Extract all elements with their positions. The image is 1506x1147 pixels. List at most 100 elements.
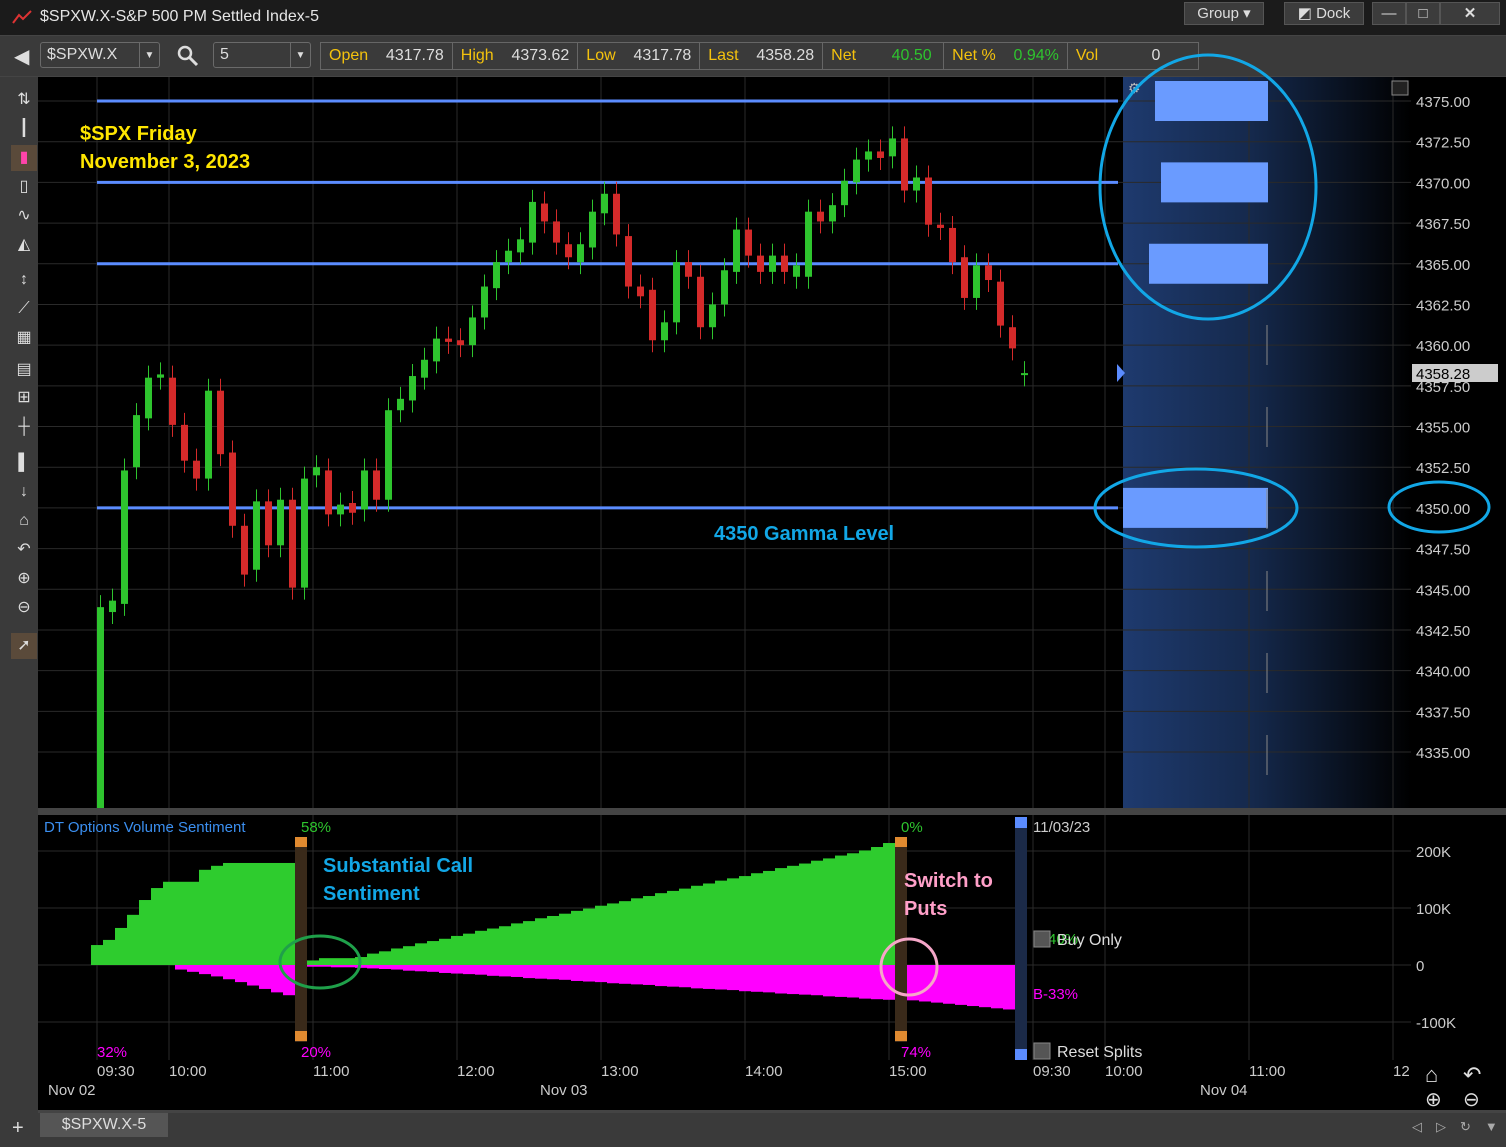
call-volume-bar <box>391 948 403 965</box>
candle <box>445 338 452 342</box>
call-volume-bar <box>871 847 883 965</box>
candle <box>325 470 332 515</box>
buy-only-toggle[interactable]: Buy Only <box>1057 932 1122 949</box>
menu-icon[interactable] <box>1391 80 1409 96</box>
candle <box>433 338 440 362</box>
annotation-put-1: Switch to <box>904 870 993 892</box>
call-volume-bar <box>487 928 499 965</box>
volume-profile-bar <box>1155 81 1268 121</box>
split-label-1-bottom: 20% <box>301 1044 331 1061</box>
candle <box>409 376 416 401</box>
chart-canvas[interactable]: 4375.00 4372.50 4370.00 4367.50 4365.00 4362.… <box>0 0 1506 1113</box>
call-volume-bar <box>787 865 799 965</box>
put-volume-bar <box>367 965 379 969</box>
candle <box>217 390 224 455</box>
settings-gear-icon[interactable] <box>1033 930 1051 948</box>
price-tick: 4370.00 <box>1416 175 1470 192</box>
volume-profile-bar <box>1149 243 1268 284</box>
tab-spxw[interactable]: $SPXW.X-5 <box>40 1113 168 1137</box>
put-volume-bar <box>547 965 559 980</box>
candle <box>793 265 800 277</box>
candle <box>541 203 548 222</box>
call-volume-bar <box>535 918 547 965</box>
put-volume-bar <box>175 965 187 970</box>
put-volume-bar <box>631 965 643 985</box>
put-volume-bar <box>415 965 427 972</box>
call-volume-bar <box>703 883 715 965</box>
call-volume-bar <box>799 863 811 965</box>
split-label-1-top: 58% <box>301 819 331 836</box>
annotation-call-1: Substantial Call <box>323 855 473 877</box>
call-volume-bar <box>655 893 667 965</box>
call-volume-bar <box>847 853 859 965</box>
candle <box>313 467 320 476</box>
put-volume-bar <box>211 965 223 977</box>
price-tick: 4335.00 <box>1416 745 1470 762</box>
date-label: Nov 02 <box>48 1082 96 1099</box>
put-volume-bar <box>235 965 247 983</box>
split-handle-bar[interactable] <box>1015 817 1027 1060</box>
candle <box>121 470 128 604</box>
candle <box>685 262 692 277</box>
prev-tab-icon[interactable]: ◁ <box>1412 1119 1436 1134</box>
call-volume-bar <box>151 888 163 965</box>
call-volume-bar <box>499 926 511 965</box>
put-volume-bar <box>439 965 451 973</box>
put-volume-bar <box>967 965 979 1007</box>
sentiment-tick: -100K <box>1416 1015 1456 1032</box>
put-volume-bar <box>979 965 991 1008</box>
time-tick: 11:00 <box>1249 1063 1285 1080</box>
call-volume-bar <box>859 850 871 965</box>
call-volume-bar <box>751 873 763 965</box>
candle <box>565 244 572 258</box>
date-label: Nov 03 <box>540 1082 588 1099</box>
call-volume-bar <box>643 896 655 965</box>
call-volume-bar <box>127 914 139 965</box>
candle <box>157 374 164 378</box>
candle <box>769 255 776 272</box>
put-volume-bar <box>859 965 871 999</box>
volume-profile-bar <box>1161 162 1268 203</box>
call-volume-bar <box>811 860 823 965</box>
put-volume-bar <box>607 965 619 984</box>
put-volume-bar <box>835 965 847 997</box>
put-volume-bar <box>703 965 715 989</box>
add-tab-button[interactable]: + <box>12 1117 24 1140</box>
time-tick: 09:30 <box>1033 1063 1071 1080</box>
call-volume-bar <box>115 927 127 965</box>
put-volume-bar <box>319 965 331 967</box>
split-handle-top[interactable] <box>1015 817 1027 828</box>
call-volume-bar <box>739 876 751 965</box>
candle <box>913 177 920 191</box>
reset-splits-button[interactable]: Reset Splits <box>1057 1044 1142 1061</box>
refresh-icon[interactable]: ↻ <box>1460 1119 1485 1134</box>
put-volume-bar <box>943 965 955 1004</box>
put-volume-bar <box>487 965 499 976</box>
chevron-down-icon[interactable]: ▼ <box>1485 1119 1506 1134</box>
time-tick: 13:00 <box>601 1063 639 1080</box>
put-volume-bar <box>463 965 475 975</box>
time-tick: 15:00 <box>889 1063 927 1080</box>
candle <box>805 211 812 277</box>
last-price-label: 4358.28 <box>1416 366 1470 383</box>
call-volume-bar <box>763 870 775 965</box>
undo-icon[interactable]: ↶ <box>1463 1062 1481 1087</box>
candle <box>937 224 944 228</box>
candle <box>673 262 680 323</box>
call-volume-bar <box>631 898 643 965</box>
reset-icon[interactable] <box>1033 1042 1051 1060</box>
call-volume-bar <box>523 921 535 965</box>
put-volume-bar <box>583 965 595 982</box>
candle <box>649 289 656 341</box>
split-marker-bottom <box>295 1031 307 1041</box>
zoom-in-icon[interactable]: ⊕ <box>1425 1089 1442 1111</box>
call-volume-bar <box>511 923 523 965</box>
home-icon[interactable]: ⌂ <box>1425 1062 1438 1087</box>
candle <box>169 377 176 425</box>
put-volume-bar <box>823 965 835 997</box>
split-handle-bottom[interactable] <box>1015 1049 1027 1060</box>
zoom-out-icon[interactable]: ⊖ <box>1463 1089 1480 1111</box>
put-volume-bar <box>427 965 439 972</box>
put-volume-bar <box>559 965 571 980</box>
next-tab-icon[interactable]: ▷ <box>1436 1119 1460 1134</box>
